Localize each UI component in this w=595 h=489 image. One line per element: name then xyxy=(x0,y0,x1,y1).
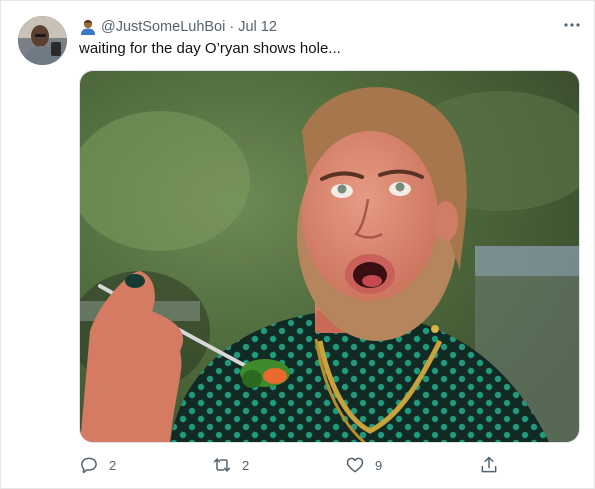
person-emoji-icon xyxy=(79,18,97,36)
like-count: 9 xyxy=(375,457,383,473)
share-icon xyxy=(479,455,499,475)
tweet-header: @JustSomeLuhBoi · Jul 12 xyxy=(79,17,277,37)
reply-icon xyxy=(79,455,99,475)
author-handle[interactable]: @JustSomeLuhBoi xyxy=(101,19,225,35)
retweet-count: 2 xyxy=(242,457,250,473)
tweet-media-image[interactable] xyxy=(79,70,580,443)
tweet-text: waiting for the day O’ryan shows hole... xyxy=(79,40,341,57)
more-icon[interactable] xyxy=(560,15,584,35)
tweet-date[interactable]: Jul 12 xyxy=(238,19,277,35)
avatar[interactable] xyxy=(18,16,67,65)
share-button[interactable] xyxy=(479,453,509,477)
retweet-button[interactable]: 2 xyxy=(212,453,249,477)
heart-icon xyxy=(345,455,365,475)
tweet-actions: 2 2 9 xyxy=(79,453,509,477)
like-button[interactable]: 9 xyxy=(345,453,382,477)
reply-count: 2 xyxy=(109,457,117,473)
reply-button[interactable]: 2 xyxy=(79,453,116,477)
header-separator: · xyxy=(229,19,235,35)
avatar-photo xyxy=(18,16,67,65)
tweet-card: @JustSomeLuhBoi · Jul 12 waiting for the… xyxy=(0,0,595,489)
retweet-icon xyxy=(212,455,232,475)
